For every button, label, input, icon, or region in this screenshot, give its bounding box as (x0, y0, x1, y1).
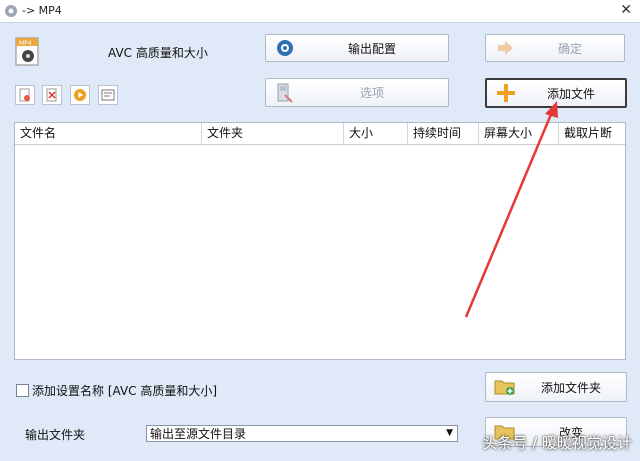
app-icon (4, 4, 18, 21)
column-filename[interactable]: 文件名 (15, 123, 202, 144)
column-clip[interactable]: 截取片断 (559, 123, 625, 144)
play-icon (74, 89, 86, 101)
mp4-file-icon: MP4 (14, 37, 42, 70)
output-folder-select[interactable]: 输出至源文件目录 ▼ (146, 425, 458, 442)
title-bar: -> MP4 ✕ (0, 0, 640, 23)
remove-file-button[interactable] (15, 85, 35, 105)
clear-list-button[interactable] (42, 85, 62, 105)
file-table[interactable]: 文件名 文件夹 大小 持续时间 屏幕大小 截取片断 (14, 122, 626, 360)
arrow-right-icon (494, 37, 516, 59)
column-screen-size[interactable]: 屏幕大小 (479, 123, 559, 144)
table-header: 文件名 文件夹 大小 持续时间 屏幕大小 截取片断 (15, 123, 625, 145)
save-setting-checkbox[interactable] (16, 384, 29, 397)
gear-icon (274, 37, 296, 59)
column-duration[interactable]: 持续时间 (408, 123, 479, 144)
column-folder[interactable]: 文件夹 (202, 123, 344, 144)
window-title: -> MP4 (22, 4, 62, 17)
output-config-button[interactable]: 输出配置 (265, 34, 449, 62)
save-setting-label: 添加设置名称 [AVC 高质量和大小] (32, 384, 218, 398)
output-config-label: 输出配置 (347, 41, 396, 56)
save-setting-row[interactable]: 添加设置名称 [AVC 高质量和大小] (16, 382, 217, 399)
dropdown-arrow-icon: ▼ (446, 428, 453, 438)
add-folder-button[interactable]: 添加文件夹 (485, 372, 627, 402)
plus-icon (495, 82, 517, 104)
folder-add-icon (494, 376, 516, 398)
play-button[interactable] (70, 85, 90, 105)
options-button[interactable]: 选项 (265, 78, 449, 107)
close-icon[interactable]: ✕ (620, 2, 632, 18)
output-folder-label: 输出文件夹 (25, 428, 86, 442)
film-options-icon (274, 82, 296, 104)
options-label: 选项 (359, 86, 384, 100)
profile-label: AVC 高质量和大小 (108, 46, 208, 60)
svg-text:MP4: MP4 (19, 40, 32, 47)
add-folder-label: 添加文件夹 (540, 380, 601, 395)
media-info-button[interactable] (98, 85, 118, 105)
watermark-text: 头条号 / 暖暖视觉设计 (482, 434, 632, 452)
ok-button[interactable]: 确定 (485, 34, 625, 62)
column-size[interactable]: 大小 (344, 123, 408, 144)
remove-file-icon (19, 88, 30, 102)
output-folder-value: 输出至源文件目录 (150, 427, 247, 441)
add-file-button[interactable]: 添加文件 (485, 78, 627, 108)
ok-label: 确定 (557, 41, 582, 56)
add-file-label: 添加文件 (546, 86, 595, 101)
media-info-icon (101, 89, 115, 101)
clear-list-icon (46, 88, 57, 102)
